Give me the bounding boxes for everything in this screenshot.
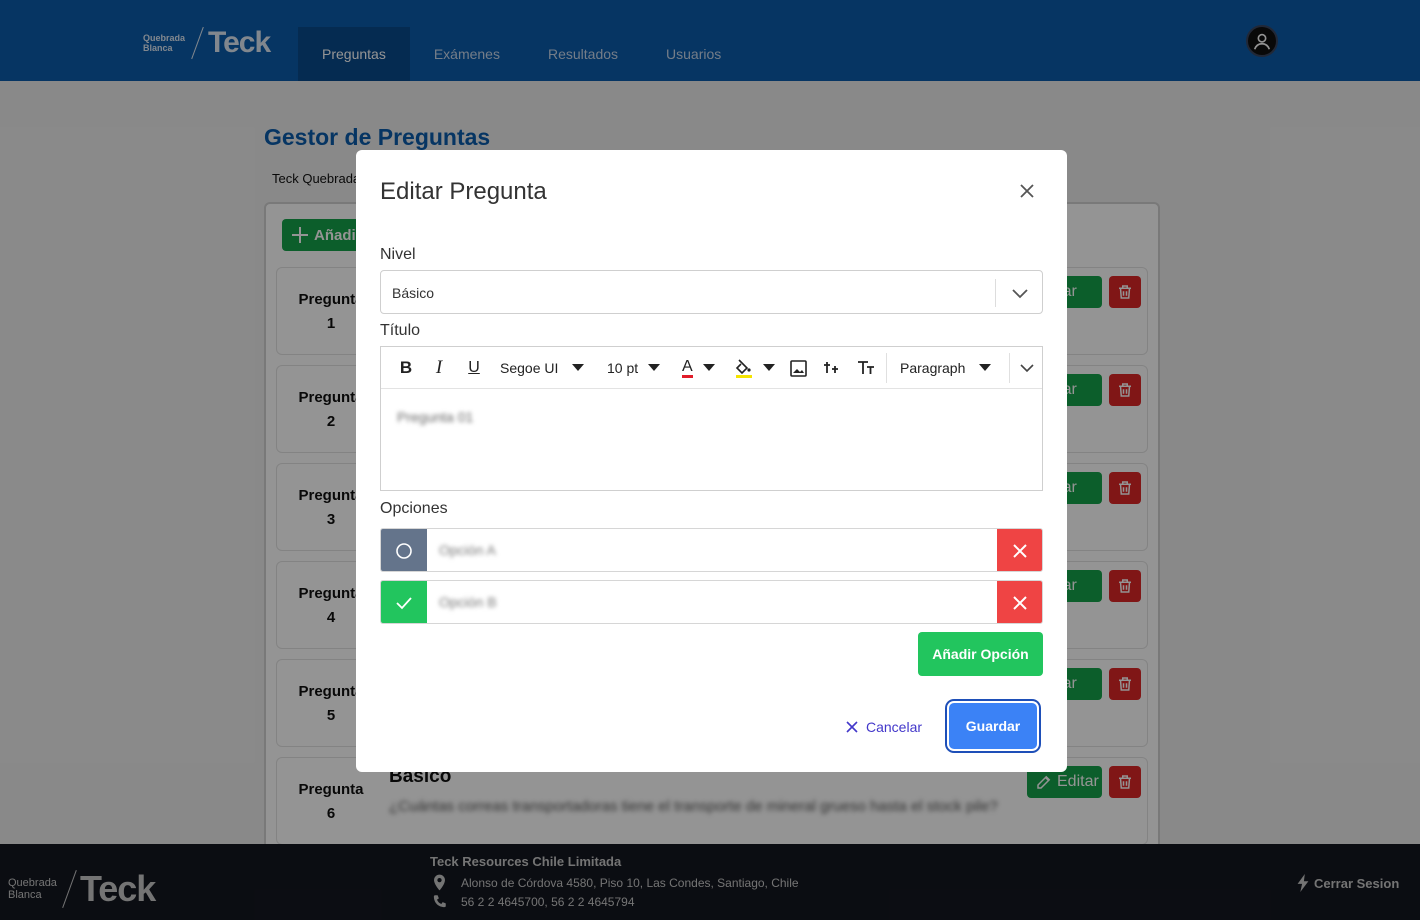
remove-option-button[interactable]: [997, 529, 1042, 571]
cancel-button[interactable]: Cancelar: [846, 716, 922, 738]
remove-option-button[interactable]: [997, 581, 1042, 623]
paragraph-format-value: Paragraph: [900, 360, 966, 376]
text-case-icon: [824, 362, 838, 373]
select-divider: [995, 279, 996, 307]
text-size-icon: [858, 361, 874, 374]
check-icon: [396, 597, 412, 610]
paint-bucket-icon: [735, 359, 752, 378]
insert-image-button[interactable]: [785, 355, 811, 381]
toolbar-divider: [1009, 353, 1010, 383]
circle-icon: [396, 543, 412, 559]
cancel-label: Cancelar: [866, 719, 923, 735]
toolbar-divider: [886, 353, 887, 383]
mark-correct-toggle[interactable]: [381, 529, 427, 571]
nivel-select[interactable]: Básico: [380, 270, 1043, 314]
close-icon: [1013, 544, 1027, 558]
font-size-select[interactable]: 10 pt: [607, 355, 661, 381]
caret-down-icon: [648, 364, 661, 371]
highlight-color-button[interactable]: [735, 355, 775, 381]
nivel-label: Nivel: [380, 246, 416, 263]
font-family-value: Segoe UI: [500, 360, 559, 376]
option-row: Opción B: [380, 580, 1043, 624]
font-color-button[interactable]: A: [682, 355, 715, 381]
option-text-input[interactable]: Opción B: [439, 594, 497, 610]
editor-content[interactable]: Pregunta 01: [397, 409, 473, 425]
underline-button[interactable]: U: [461, 355, 487, 381]
option-text-input[interactable]: Opción A: [439, 542, 496, 558]
chevron-down-icon: [1020, 364, 1034, 373]
caret-down-icon: [763, 364, 775, 371]
caret-down-icon: [702, 364, 715, 371]
close-icon: [1013, 596, 1027, 610]
text-case-button[interactable]: [819, 355, 845, 381]
font-size-toggle-button[interactable]: [853, 355, 879, 381]
image-icon: [789, 359, 807, 377]
caret-down-icon: [572, 364, 585, 371]
add-option-button[interactable]: Añadir Opción: [918, 632, 1043, 676]
caret-down-icon: [979, 364, 992, 371]
option-row: Opción A: [380, 528, 1043, 572]
editor-toolbar: B I U Segoe UI 10 pt A Paragraph: [381, 347, 1042, 389]
rich-text-editor: B I U Segoe UI 10 pt A Paragraph Pregunt…: [380, 346, 1043, 491]
chevron-down-icon: [1012, 289, 1028, 299]
close-icon: [846, 721, 858, 733]
mark-correct-toggle[interactable]: [381, 581, 427, 623]
edit-question-modal: Editar Pregunta Nivel Básico Título B I …: [356, 150, 1067, 772]
bold-button[interactable]: B: [393, 355, 419, 381]
font-color-icon: A: [682, 358, 693, 378]
font-size-value: 10 pt: [607, 360, 639, 376]
italic-button[interactable]: I: [426, 355, 452, 381]
more-tools-button[interactable]: [1014, 355, 1040, 381]
opciones-label: Opciones: [380, 500, 448, 517]
titulo-label: Título: [380, 322, 421, 339]
font-family-select[interactable]: Segoe UI: [500, 355, 585, 381]
nivel-selected-value: Básico: [392, 285, 435, 301]
modal-title: Editar Pregunta: [380, 178, 547, 205]
paragraph-format-select[interactable]: Paragraph: [900, 355, 992, 381]
close-icon[interactable]: [1016, 180, 1038, 202]
save-button[interactable]: Guardar: [949, 703, 1037, 749]
